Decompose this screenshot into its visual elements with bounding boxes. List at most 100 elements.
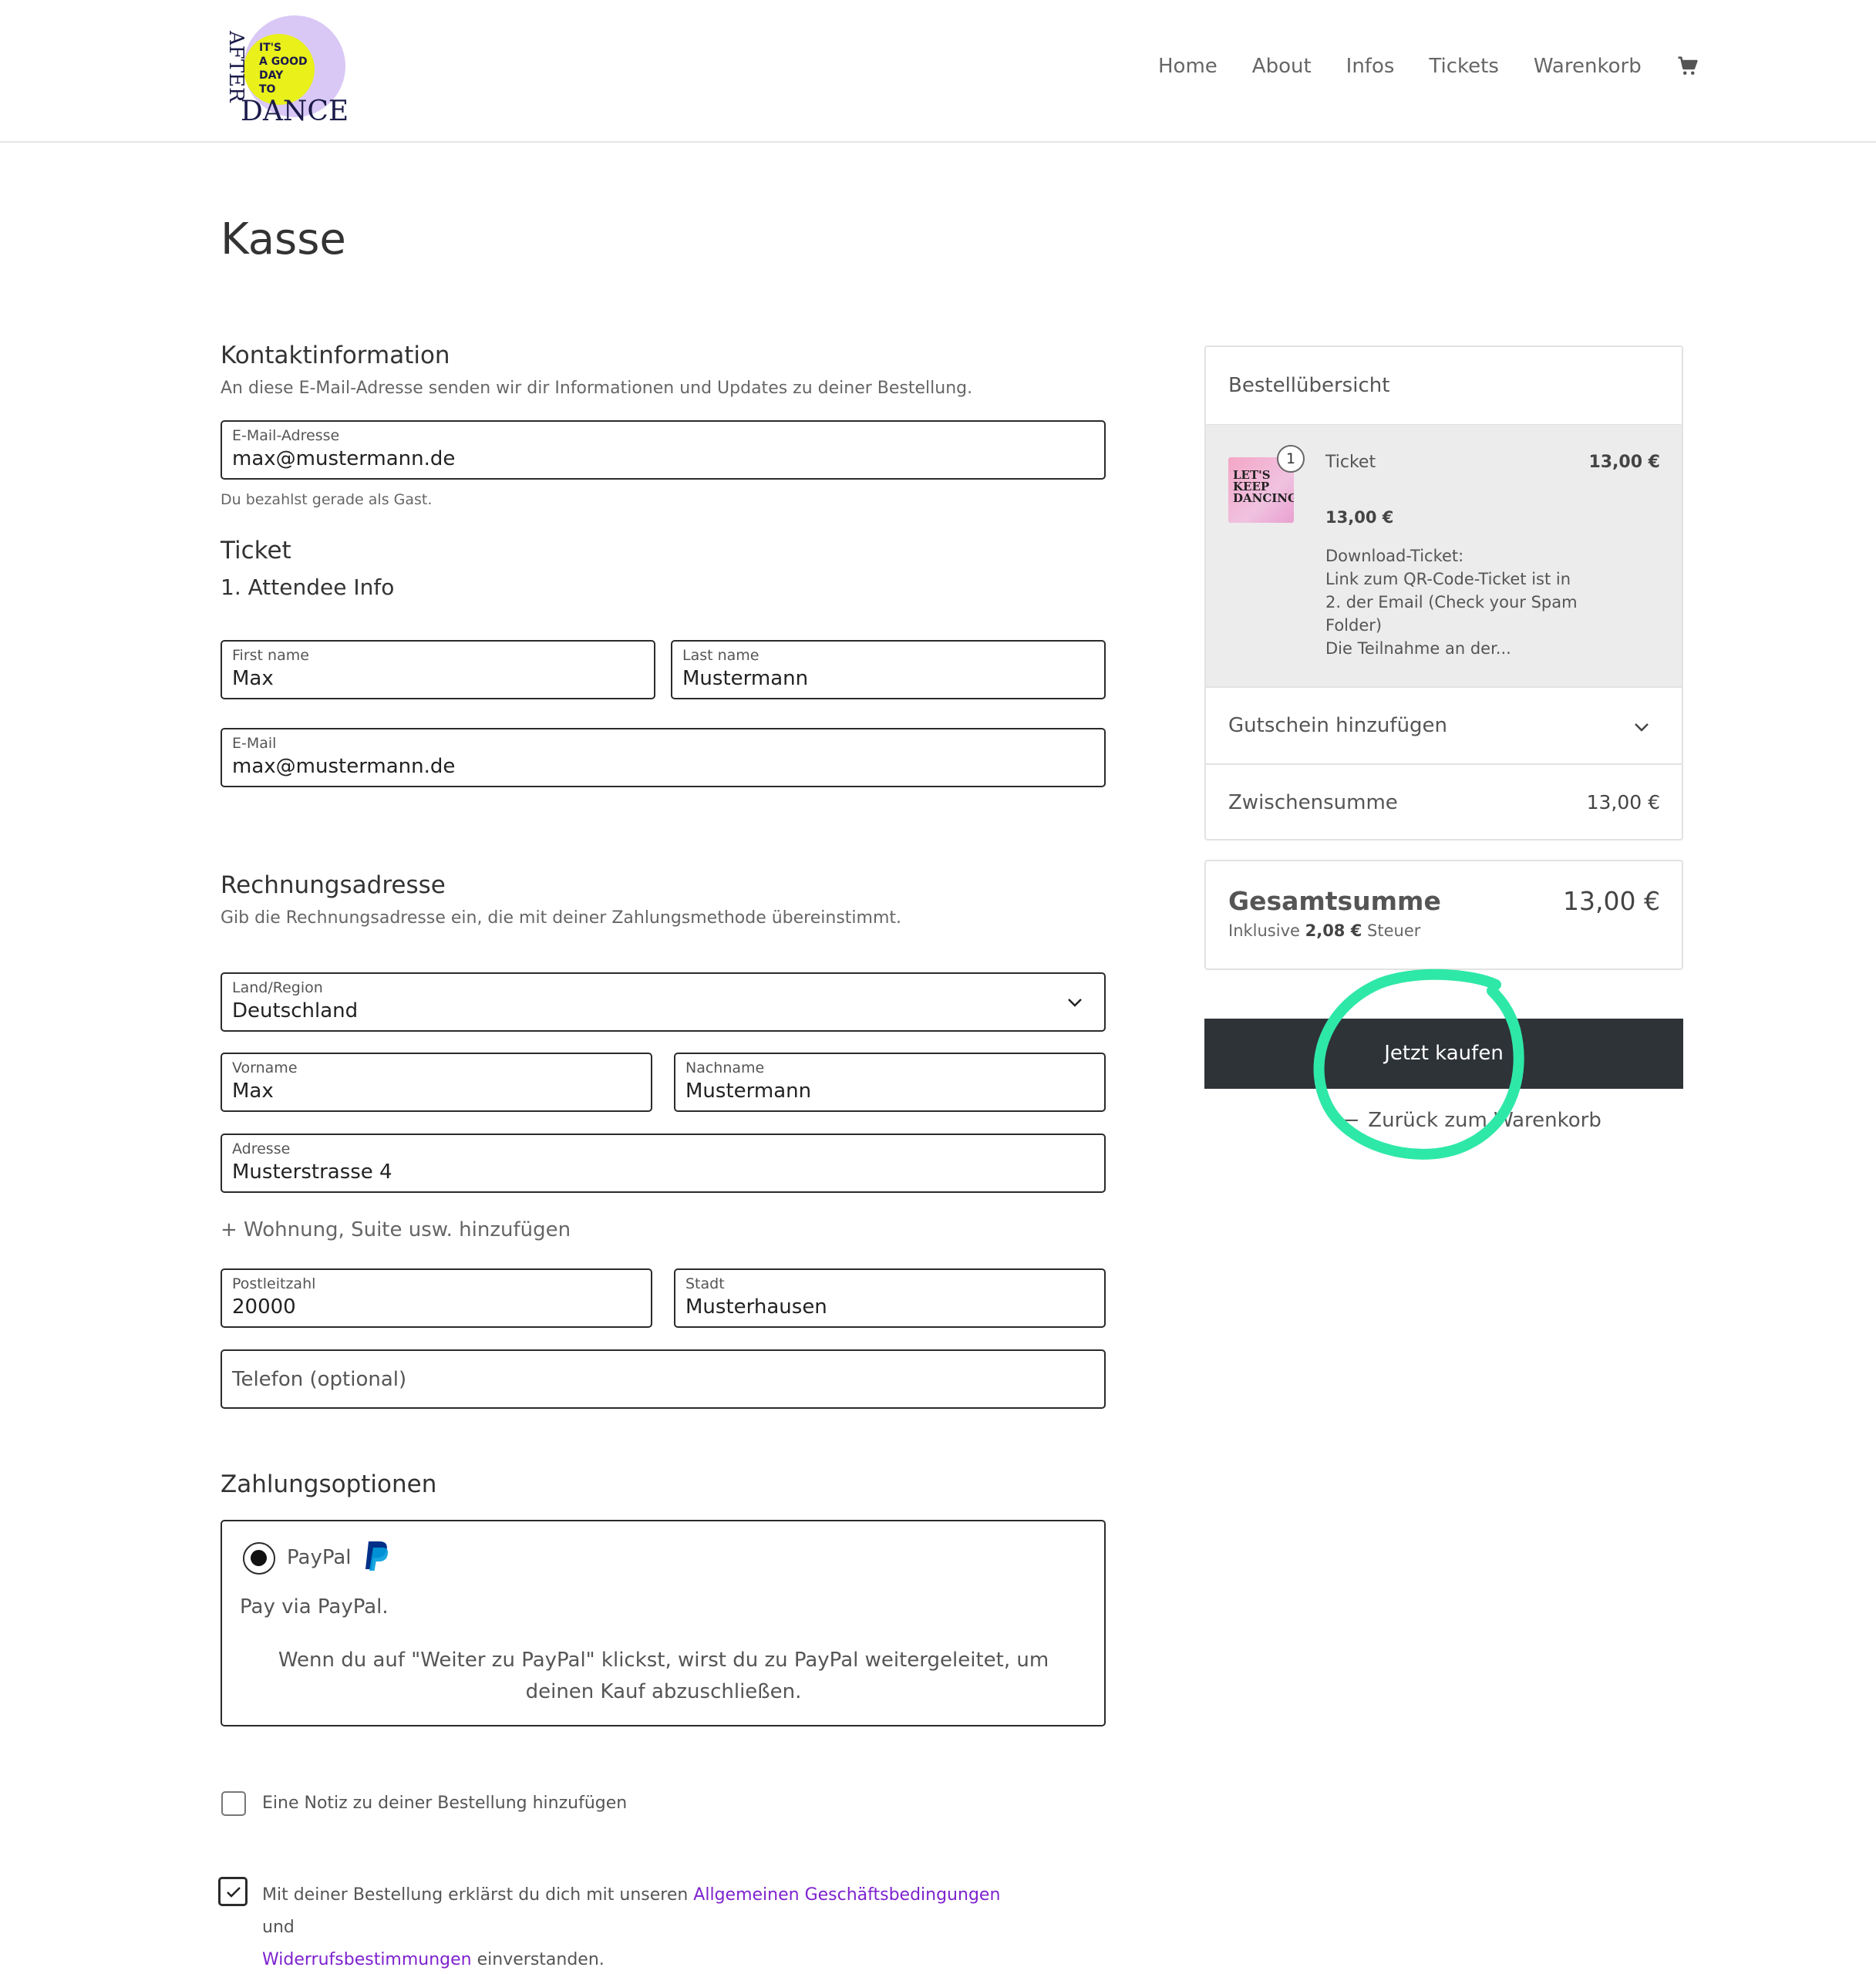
checkmark-icon xyxy=(227,1887,241,1898)
billing-zip-label: Postleitzahl xyxy=(232,1275,316,1292)
arrow-left-icon: ⟵ xyxy=(1330,1109,1359,1132)
attendee-email-label: E-Mail xyxy=(232,735,277,752)
logo-line-3: DAY xyxy=(259,69,284,82)
billing-desc: Gib die Rechnungsadresse ein, die mit de… xyxy=(221,908,902,928)
country-select[interactable]: Land/Region Deutschland xyxy=(221,972,1106,1032)
site-logo[interactable]: IT'S A GOOD DAY TO DANCE AFTER xyxy=(224,14,356,123)
cart-icon[interactable] xyxy=(1676,55,1699,78)
coupon-label: Gutschein hinzufügen xyxy=(1228,714,1448,737)
billing-firstname-field[interactable]: Vorname Max xyxy=(221,1053,652,1112)
nav-infos[interactable]: Infos xyxy=(1346,49,1395,83)
attendee-last-name-label: Last name xyxy=(682,647,759,664)
item-quantity-badge: 1 xyxy=(1277,445,1305,473)
site-header: IT'S A GOOD DAY TO DANCE AFTER Home Abou… xyxy=(0,0,1876,143)
billing-title: Rechnungsadresse xyxy=(221,871,446,899)
terms-agb-link[interactable]: Allgemeinen Geschäftsbedingungen xyxy=(693,1885,1000,1905)
billing-address-value[interactable]: Musterstrasse 4 xyxy=(232,1160,392,1184)
order-note-checkbox[interactable] xyxy=(221,1791,246,1816)
terms-pre: Mit deiner Bestellung erklärst du dich m… xyxy=(262,1885,694,1905)
billing-zip-value[interactable]: 20000 xyxy=(232,1295,296,1319)
coupon-toggle[interactable]: Gutschein hinzufügen xyxy=(1206,686,1682,763)
country-value: Deutschland xyxy=(232,999,359,1022)
billing-city-value[interactable]: Musterhausen xyxy=(685,1295,827,1319)
subtotal-row: Zwischensumme 13,00 € xyxy=(1206,763,1682,840)
phone-field[interactable]: Telefon (optional) xyxy=(221,1349,1106,1409)
paypal-radio[interactable] xyxy=(243,1542,275,1575)
order-item: LET'S KEEP DANCING 1 Ticket 13,00 € 13,0… xyxy=(1206,424,1682,686)
terms-mid: und xyxy=(262,1918,295,1937)
tax-amount: 2,08 € xyxy=(1305,921,1362,940)
logo-line-1: IT'S xyxy=(259,42,281,54)
tax-note: Inklusive 2,08 € Steuer xyxy=(1228,921,1420,940)
billing-firstname-value[interactable]: Max xyxy=(232,1080,274,1103)
nav-tickets[interactable]: Tickets xyxy=(1429,49,1498,83)
order-summary-title: Bestellübersicht xyxy=(1228,374,1390,397)
attendee-first-name-value[interactable]: Max xyxy=(232,667,274,690)
main-nav: Home About Infos Tickets Warenkorb xyxy=(1158,49,1699,83)
contact-email-value[interactable]: max@mustermann.de xyxy=(232,447,455,470)
payment-option-paypal[interactable]: PayPal Pay via PayPal. Wenn du auf "Weit… xyxy=(221,1520,1106,1726)
item-desc-line: Folder) xyxy=(1325,616,1383,635)
chevron-down-icon xyxy=(1068,999,1082,1007)
paypal-icon xyxy=(365,1541,389,1571)
item-desc-line: Die Teilnahme an der... xyxy=(1325,639,1511,658)
total-label: Gesamtsumme xyxy=(1228,886,1441,916)
paypal-desc: Pay via PayPal. xyxy=(240,1595,389,1619)
chevron-down-icon xyxy=(1635,723,1649,732)
item-price: 13,00 € xyxy=(1588,453,1660,472)
attendee-email-field[interactable]: E-Mail max@mustermann.de xyxy=(221,728,1106,787)
tax-pre: Inklusive xyxy=(1228,921,1305,940)
item-desc-line: Download-Ticket: xyxy=(1325,547,1464,565)
billing-zip-field[interactable]: Postleitzahl 20000 xyxy=(221,1268,652,1328)
terms-checkbox[interactable] xyxy=(218,1877,248,1906)
guest-note: Du bezahlst gerade als Gast. xyxy=(221,491,433,508)
attendee-first-name-field[interactable]: First name Max xyxy=(221,640,655,699)
page-title: Kasse xyxy=(221,214,346,264)
subtotal-value: 13,00 € xyxy=(1586,791,1660,814)
contact-title: Kontaktinformation xyxy=(221,342,450,369)
billing-address-label: Adresse xyxy=(232,1140,291,1157)
billing-lastname-field[interactable]: Nachname Mustermann xyxy=(674,1053,1106,1112)
total-value: 13,00 € xyxy=(1563,886,1660,916)
attendee-first-name-label: First name xyxy=(232,647,309,664)
billing-address-field[interactable]: Adresse Musterstrasse 4 xyxy=(221,1134,1106,1193)
order-summary: Bestellübersicht LET'S KEEP DANCING 1 Ti… xyxy=(1204,345,1683,840)
paypal-redirect-note: Wenn du auf "Weiter zu PayPal" klickst, … xyxy=(278,1649,1049,1703)
item-unit-price: 13,00 € xyxy=(1325,508,1394,527)
billing-lastname-value[interactable]: Mustermann xyxy=(685,1080,811,1103)
logo-line-2: A GOOD xyxy=(259,56,308,68)
item-desc-line: 2. der Email (Check your Spam xyxy=(1325,593,1578,611)
back-to-cart-link[interactable]: ⟵ Zurück zum Warenkorb xyxy=(1330,1109,1602,1132)
billing-city-field[interactable]: Stadt Musterhausen xyxy=(674,1268,1106,1328)
logo-after: AFTER xyxy=(224,30,248,103)
item-description: Download-Ticket: Link zum QR-Code-Ticket… xyxy=(1325,544,1618,660)
billing-city-label: Stadt xyxy=(685,1275,725,1292)
terms-text: Mit deiner Bestellung erklärst du dich m… xyxy=(262,1879,1033,1974)
nav-warenkorb[interactable]: Warenkorb xyxy=(1534,49,1642,83)
attendee-last-name-field[interactable]: Last name Mustermann xyxy=(671,640,1106,699)
logo-line-4: TO xyxy=(259,83,276,96)
contact-email-field[interactable]: E-Mail-Adresse max@mustermann.de xyxy=(221,420,1106,480)
back-to-cart-label: Zurück zum Warenkorb xyxy=(1368,1109,1602,1132)
order-total: Gesamtsumme 13,00 € Inklusive 2,08 € Ste… xyxy=(1204,860,1683,970)
attendee-last-name-value[interactable]: Mustermann xyxy=(682,667,808,690)
buy-now-button[interactable]: Jetzt kaufen xyxy=(1204,1019,1683,1089)
nav-home[interactable]: Home xyxy=(1158,49,1218,83)
contact-email-label: E-Mail-Adresse xyxy=(232,427,340,444)
subtotal-label: Zwischensumme xyxy=(1228,791,1398,814)
logo-dance: DANCE xyxy=(241,96,349,123)
country-label: Land/Region xyxy=(232,979,323,996)
terms-widerruf-link[interactable]: Widerrufsbestimmungen xyxy=(262,1950,472,1969)
item-desc-line: Link zum QR-Code-Ticket ist in xyxy=(1325,570,1571,588)
billing-lastname-label: Nachname xyxy=(685,1059,765,1076)
paypal-label: PayPal xyxy=(287,1546,352,1569)
billing-firstname-label: Vorname xyxy=(232,1059,298,1076)
item-name: Ticket xyxy=(1325,453,1376,472)
contact-desc: An diese E-Mail-Adresse senden wir dir I… xyxy=(221,379,973,398)
tax-post: Steuer xyxy=(1362,921,1421,940)
attendee-title: 1. Attendee Info xyxy=(221,574,395,600)
nav-about[interactable]: About xyxy=(1252,49,1312,83)
attendee-email-value[interactable]: max@mustermann.de xyxy=(232,755,455,778)
add-apartment-link[interactable]: + Wohnung, Suite usw. hinzufügen xyxy=(221,1218,571,1241)
ticket-thumbnail-text: LET'S KEEP DANCING xyxy=(1233,468,1294,505)
